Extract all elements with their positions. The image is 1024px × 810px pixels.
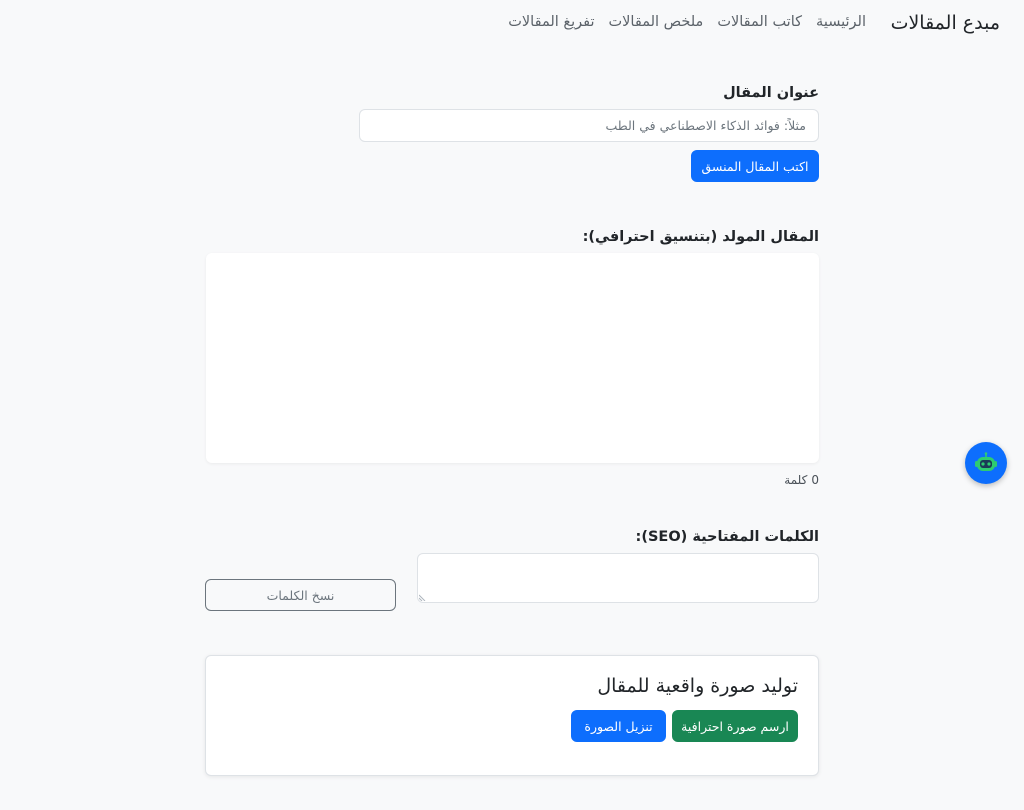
output-label: المقال المولد (بتنسيق احترافي): [582,229,819,245]
nav-links: الرئيسية كاتب المقالات ملخص المقالات تفر… [508,14,866,30]
nav-link-article-writer[interactable]: كاتب المقالات [717,14,802,30]
seo-label: الكلمات المفتاحية (SEO): [635,529,819,545]
seo-keywords-textarea[interactable] [417,553,819,603]
robot-icon [975,452,997,471]
copy-keywords-button[interactable]: نسخ الكلمات [205,579,396,611]
resize-handle-icon[interactable] [419,593,427,601]
title-input[interactable] [359,109,819,142]
brand-title[interactable]: مبدع المقالات [891,12,1000,34]
image-generation-card: توليد صورة واقعية للمقال ارسم صورة احترا… [205,655,819,776]
write-article-button[interactable]: اكتب المقال المنسق [691,150,819,182]
nav-link-article-transcriber[interactable]: تفريغ المقالات [508,14,594,30]
download-image-button[interactable]: تنزيل الصورة [571,710,666,742]
generated-article-box[interactable] [206,253,819,463]
word-count-value: 0 [811,473,819,487]
assistant-chat-button[interactable] [965,442,1007,484]
image-card-title: توليد صورة واقعية للمقال [597,675,798,697]
title-label: عنوان المقال [723,85,819,101]
nav-link-article-summarizer[interactable]: ملخص المقالات [609,14,704,30]
nav-link-home[interactable]: الرئيسية [816,14,866,30]
word-count: 0 كلمة [784,473,819,487]
draw-image-button[interactable]: ارسم صورة احترافية [672,710,798,742]
word-count-unit: كلمة [784,473,808,487]
navbar: مبدع المقالات الرئيسية كاتب المقالات ملخ… [0,0,1024,48]
